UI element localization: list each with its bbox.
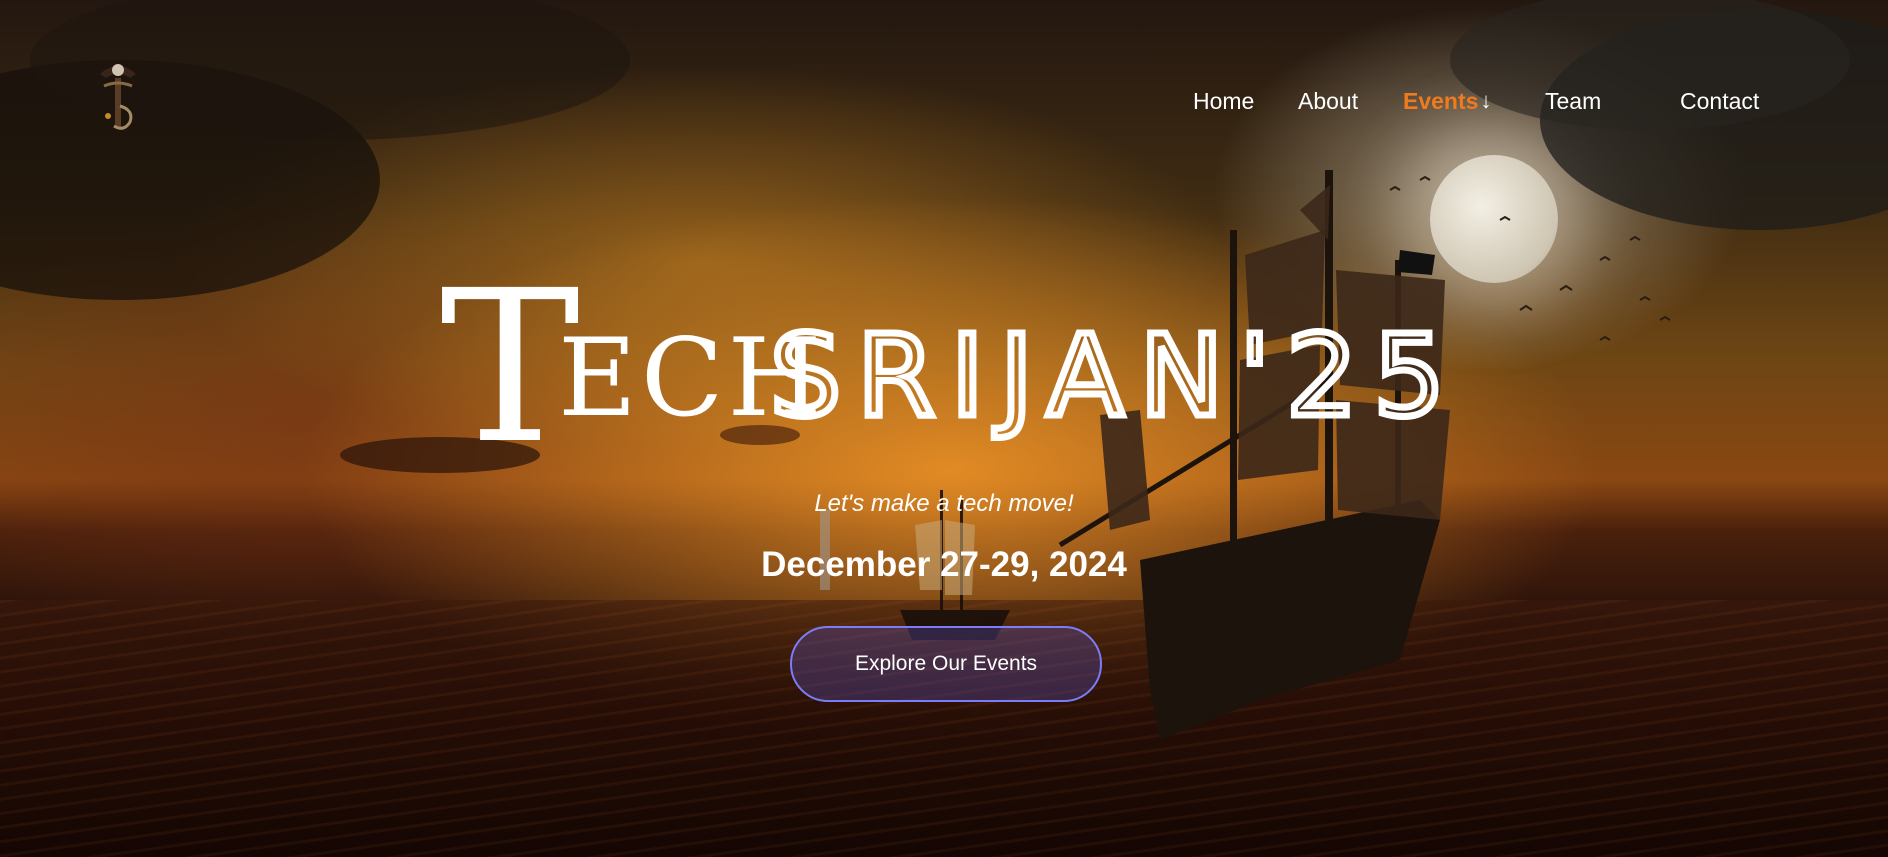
nav-contact[interactable]: Contact (1680, 84, 1759, 118)
nav-about[interactable]: About (1298, 84, 1358, 118)
nav-events-label: Events (1403, 88, 1479, 114)
nav-events[interactable]: Events↓ (1403, 84, 1491, 118)
title-part2: SRIJAN'25 (770, 312, 1460, 442)
nav-team[interactable]: Team (1545, 84, 1601, 118)
arrow-down-icon: ↓ (1480, 88, 1492, 113)
hero-tagline: Let's make a tech move! (814, 490, 1074, 517)
nav-home[interactable]: Home (1193, 84, 1254, 118)
explore-events-button[interactable]: Explore Our Events (790, 626, 1102, 702)
main-nav: Home About Events↓ Team Contact (0, 84, 1888, 118)
event-date: December 27-29, 2024 (761, 545, 1127, 584)
hero-title: T ECH SRIJAN'25 (440, 255, 1460, 455)
hero-section: Home About Events↓ Team Contact T ECH SR… (0, 0, 1888, 857)
